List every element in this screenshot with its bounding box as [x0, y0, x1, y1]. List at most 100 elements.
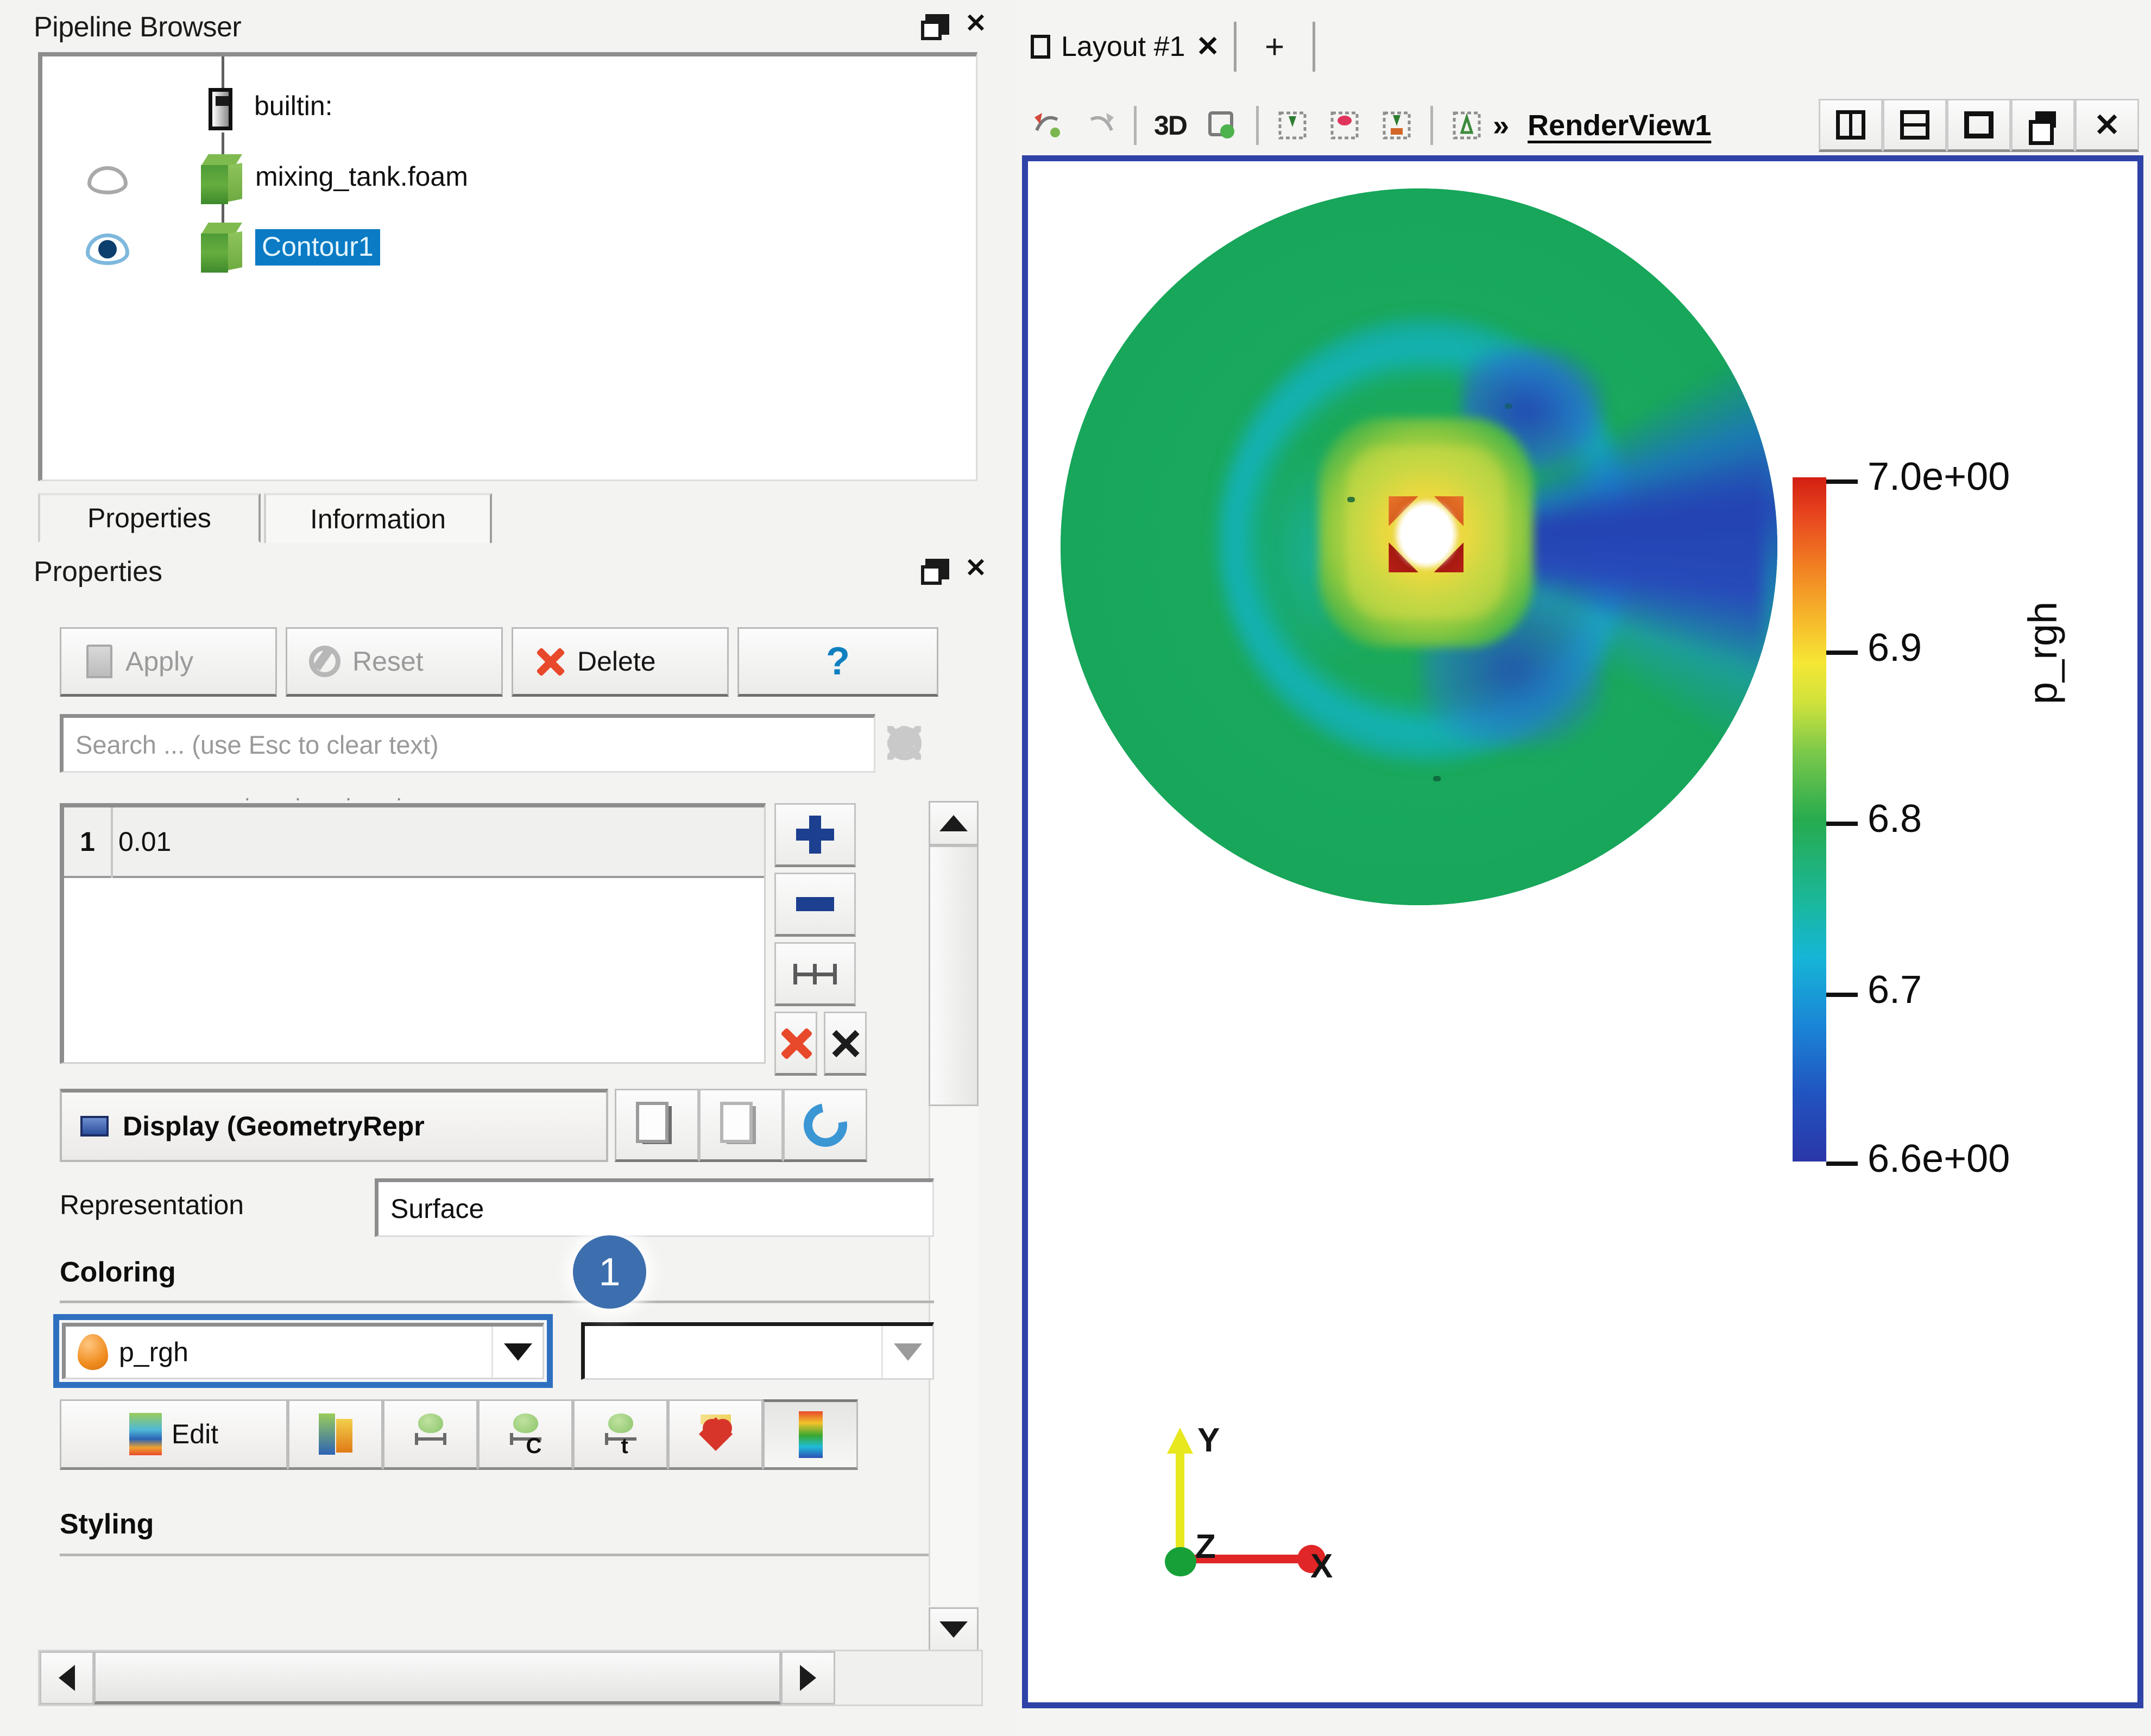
close-icon[interactable]: ✕	[963, 12, 988, 37]
restore-defaults-button[interactable]	[783, 1089, 867, 1162]
float-icon[interactable]	[920, 12, 945, 37]
rescale-to-data-range-button[interactable]	[383, 1399, 478, 1470]
chevron-left-icon	[59, 1665, 75, 1691]
styling-section-label: Styling	[60, 1508, 154, 1541]
camera-undo-icon[interactable]	[1022, 99, 1074, 151]
paste-properties-button[interactable]	[699, 1089, 783, 1162]
scroll-right-button[interactable]	[781, 1651, 835, 1705]
tab-layout-1[interactable]: Layout #1 ✕	[1017, 22, 1237, 72]
close-layout-icon[interactable]: ✕	[1196, 30, 1220, 63]
properties-horizontal-scrollbar[interactable]	[38, 1650, 983, 1706]
undock-view-button[interactable]	[2011, 99, 2075, 152]
list-item[interactable]: builtin:	[42, 78, 982, 143]
eye-closed-icon	[87, 166, 128, 194]
zoom-to-box-icon[interactable]	[1441, 99, 1493, 151]
camera-redo-icon[interactable]	[1074, 99, 1126, 151]
add-value-button[interactable]	[774, 803, 856, 867]
delete-button[interactable]: Delete	[512, 627, 729, 697]
render-view-name[interactable]: RenderView1	[1528, 109, 1711, 142]
legend-tick	[1826, 993, 1858, 997]
choose-preset-button[interactable]	[288, 1399, 383, 1470]
point-data-icon	[78, 1334, 108, 1370]
orientation-axes-widget[interactable]: Y Z X	[1131, 1405, 1348, 1600]
split-vertical-icon	[1900, 110, 1929, 140]
scroll-down-button[interactable]	[929, 1607, 979, 1652]
show-color-legend-icon	[799, 1411, 823, 1458]
float-icon[interactable]	[920, 557, 945, 582]
color-legend[interactable]: 7.0e+00 6.9 6.8 6.7 6.6e+00 p_rgh	[1793, 465, 2086, 1182]
tab-layout-1-label: Layout #1	[1061, 30, 1185, 63]
color-legend-title: p_rgh	[2020, 602, 2066, 704]
visibility-toggle-visible[interactable]	[75, 233, 140, 265]
add-icon	[796, 816, 834, 854]
apply-button[interactable]: Apply	[60, 627, 277, 697]
interaction-mode-3d-button[interactable]: 3D	[1144, 99, 1196, 151]
list-item[interactable]: mixing_tank.foam	[42, 148, 982, 213]
scissors-button[interactable]	[824, 1012, 867, 1076]
mixing-tank-contour-disc	[1061, 188, 1777, 905]
paste-icon	[727, 1106, 756, 1144]
visibility-toggle-hidden[interactable]	[75, 166, 140, 194]
coloring-component-select[interactable]	[581, 1322, 934, 1380]
reset-icon	[309, 646, 340, 677]
coloring-array-select[interactable]: p_rgh	[62, 1323, 544, 1379]
section-divider	[60, 1554, 929, 1556]
choose-preset-icon	[319, 1413, 352, 1455]
legend-tick-label: 6.6e+00	[1868, 1137, 2010, 1181]
render-view-canvas[interactable]: 7.0e+00 6.9 6.8 6.7 6.6e+00 p_rgh Y	[1022, 155, 2143, 1708]
delete-all-icon	[779, 1026, 813, 1060]
close-icon[interactable]: ✕	[963, 557, 988, 582]
representation-label: Representation	[60, 1189, 244, 1221]
scroll-up-button[interactable]	[929, 801, 979, 845]
properties-settings-button[interactable]	[875, 714, 934, 773]
render-view-window-buttons: ✕	[1819, 99, 2139, 152]
pipeline-browser-tree[interactable]: builtin: mixing_tank.foam	[38, 52, 977, 481]
scroll-left-button[interactable]	[40, 1651, 94, 1705]
select-points-icon[interactable]	[1319, 99, 1371, 151]
edit-color-map-button[interactable]: Edit	[60, 1399, 288, 1470]
camera-rotate-icon[interactable]	[1196, 99, 1248, 151]
coloring-array-value: p_rgh	[119, 1336, 188, 1368]
split-vertical-button[interactable]	[1883, 99, 1947, 152]
help-button[interactable]: ?	[737, 627, 938, 697]
representation-select[interactable]: Surface	[375, 1178, 934, 1237]
rescale-to-temporal-range-icon: t	[602, 1413, 640, 1455]
show-color-legend-button[interactable]	[763, 1399, 858, 1470]
tab-information-label: Information	[310, 503, 446, 535]
list-item[interactable]: Contour1	[42, 217, 982, 282]
reset-button[interactable]: Reset	[286, 627, 503, 697]
close-view-button[interactable]: ✕	[2075, 99, 2139, 152]
display-section-header[interactable]: Display (GeometryRepr	[60, 1089, 608, 1162]
remove-icon	[796, 897, 834, 911]
copy-properties-button[interactable]	[615, 1089, 699, 1162]
pipeline-browser-title: Pipeline Browser	[34, 11, 241, 43]
select-blocks-icon[interactable]	[1371, 99, 1423, 151]
split-horizontal-button[interactable]	[1819, 99, 1883, 152]
search-input[interactable]: Search ... (use Esc to clear text)	[60, 714, 875, 773]
source-cube-icon	[199, 223, 244, 273]
chevron-down-icon[interactable]	[491, 1327, 543, 1378]
new-layout-button[interactable]: +	[1237, 22, 1315, 72]
tab-information[interactable]: Information	[264, 493, 492, 543]
properties-scrollbar-thumb[interactable]	[929, 845, 979, 1106]
isosurface-list-buttons	[774, 803, 867, 1081]
delete-all-values-button[interactable]	[774, 1012, 817, 1076]
remove-value-button[interactable]	[774, 873, 856, 937]
isosurface-value-list[interactable]: 1 0.01	[60, 803, 766, 1064]
table-row[interactable]: 1 0.01	[64, 807, 764, 878]
y-axis-line	[1176, 1438, 1184, 1563]
apply-icon	[83, 645, 113, 678]
maximize-view-button[interactable]	[1947, 99, 2011, 152]
rescale-to-visible-range-button[interactable]	[668, 1399, 763, 1470]
horizontal-scrollbar-thumb[interactable]	[94, 1651, 781, 1705]
rescale-to-custom-range-button[interactable]: C	[478, 1399, 573, 1470]
chevron-down-icon[interactable]	[881, 1326, 932, 1378]
overflow-chevron-icon[interactable]: »	[1493, 109, 1509, 142]
rescale-to-temporal-range-button[interactable]: t	[573, 1399, 668, 1470]
x-axis-label: X	[1310, 1547, 1333, 1586]
select-cells-icon[interactable]	[1266, 99, 1319, 151]
new-layout-label: +	[1265, 28, 1284, 66]
tab-properties[interactable]: Properties	[38, 493, 261, 543]
add-range-button[interactable]	[774, 942, 856, 1006]
layout-tab-bar: Layout #1 ✕ +	[1017, 17, 1315, 72]
